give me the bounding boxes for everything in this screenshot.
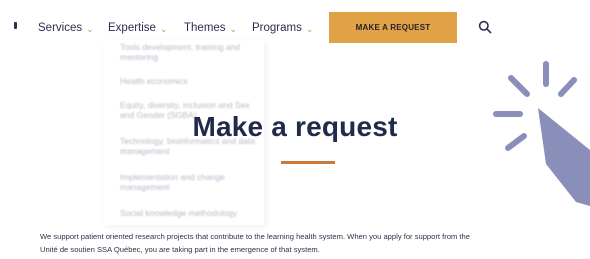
nav-expertise-label: Expertise [108, 22, 156, 34]
dropdown-item[interactable]: Tools development, training and mentorin… [120, 42, 256, 62]
nav-previous-item-edge[interactable] [14, 22, 17, 29]
title-underline [281, 161, 335, 164]
nav-services[interactable]: Services ⌄ [38, 22, 94, 34]
site-header: Services ⌄ Expertise ⌄ Themes ⌄ Programs… [0, 0, 590, 56]
nav-programs-label: Programs [252, 22, 302, 34]
chevron-down-icon: ⌄ [305, 23, 314, 34]
dropdown-item[interactable]: Social knowledge methodology [120, 208, 256, 218]
search-icon[interactable] [478, 20, 492, 34]
nav-programs[interactable]: Programs ⌄ [252, 22, 313, 34]
click-cursor-icon [493, 61, 590, 206]
nav-expertise[interactable]: Expertise ⌄ [108, 22, 167, 34]
dropdown-item[interactable]: Health economics [120, 76, 256, 86]
nav-themes-label: Themes [184, 22, 226, 34]
nav-services-label: Services [38, 22, 83, 34]
nav-themes[interactable]: Themes ⌄ [184, 22, 237, 34]
make-a-request-button[interactable]: MAKE A REQUEST [329, 12, 457, 43]
chevron-down-icon: ⌄ [86, 23, 94, 34]
intro-paragraph: We support patient oriented research pro… [40, 230, 580, 256]
intro-line: We support patient oriented research pro… [40, 232, 470, 241]
chevron-down-icon: ⌄ [159, 23, 168, 34]
page-title: Make a request [192, 111, 398, 142]
intro-line: Unité de soutien SSA Québec, you are tak… [40, 245, 320, 254]
dropdown-item[interactable]: Implementation and change management [120, 172, 256, 192]
chevron-down-icon: ⌄ [229, 23, 238, 34]
